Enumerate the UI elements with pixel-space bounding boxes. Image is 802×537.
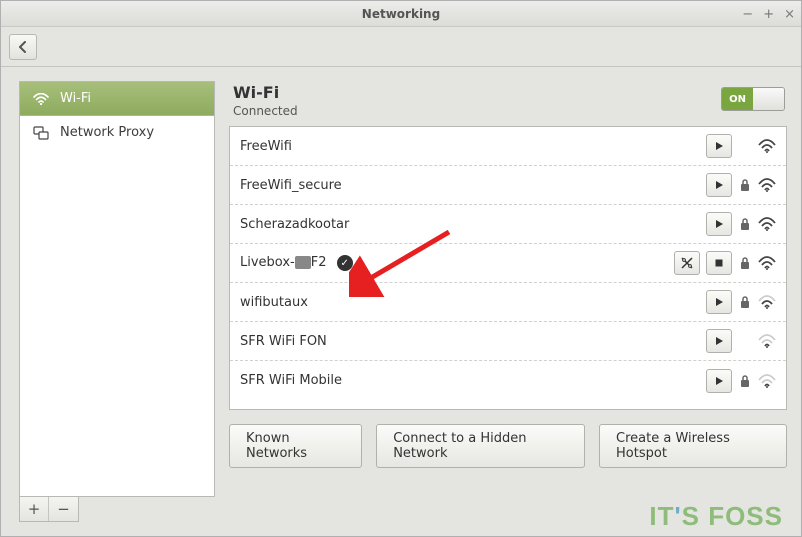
network-row[interactable]: Livebox-F2 ✓ <box>230 244 786 283</box>
window-controls: − + × <box>742 1 795 27</box>
connect-button[interactable] <box>706 134 732 158</box>
maximize-button[interactable]: + <box>763 8 774 21</box>
disconnect-button[interactable] <box>706 251 732 275</box>
connect-button[interactable] <box>706 212 732 236</box>
close-button[interactable]: × <box>784 8 795 21</box>
network-name: SFR WiFi Mobile <box>240 373 698 388</box>
connect-hidden-button[interactable]: Connect to a Hidden Network <box>376 424 585 468</box>
wifi-toggle-switch[interactable]: ON <box>721 87 785 111</box>
network-settings-button[interactable] <box>674 251 700 275</box>
wifi-icon <box>32 93 50 105</box>
connection-status: Connected <box>233 104 298 118</box>
titlebar: Networking − + × <box>1 1 801 27</box>
network-name: Livebox-F2 ✓ <box>240 255 666 272</box>
lock-icon <box>738 374 752 388</box>
network-actions <box>706 212 776 236</box>
sidebar-item-wifi[interactable]: Wi-Fi <box>20 82 214 116</box>
network-name: Scherazadkootar <box>240 217 698 232</box>
signal-strength-icon <box>758 334 776 348</box>
sidebar-add-button[interactable]: + <box>20 497 49 521</box>
signal-strength-icon <box>758 295 776 309</box>
sidebar-item-label: Wi-Fi <box>60 91 91 106</box>
network-name: wifibutaux <box>240 295 698 310</box>
main-header: Wi-Fi Connected ON <box>229 81 787 126</box>
signal-strength-icon <box>758 217 776 231</box>
signal-strength-icon <box>758 178 776 192</box>
lock-icon <box>738 295 752 309</box>
switch-on-label: ON <box>722 88 753 110</box>
network-row[interactable]: Scherazadkootar <box>230 205 786 244</box>
network-actions <box>706 290 776 314</box>
main-panel: Wi-Fi Connected ON FreeWifi FreeWifi_secu… <box>229 81 787 522</box>
window-title: Networking <box>362 7 440 21</box>
connect-button[interactable] <box>706 290 732 314</box>
network-name: SFR WiFi FON <box>240 334 698 349</box>
network-actions <box>674 251 776 275</box>
sidebar-item-proxy[interactable]: Network Proxy <box>20 116 214 150</box>
bottom-actions: Known Networks Connect to a Hidden Netwo… <box>229 424 787 468</box>
connect-button[interactable] <box>706 173 732 197</box>
back-arrow-icon <box>17 41 29 53</box>
switch-off-label <box>753 88 784 110</box>
network-actions <box>706 173 776 197</box>
lock-icon <box>738 178 752 192</box>
network-row[interactable]: FreeWifi <box>230 127 786 166</box>
content-area: Wi-Fi Network Proxy + − Wi-Fi Connected <box>1 67 801 536</box>
network-row[interactable]: FreeWifi_secure <box>230 166 786 205</box>
network-row[interactable]: SFR WiFi FON <box>230 322 786 361</box>
toolbar <box>1 27 801 67</box>
sidebar-add-remove: + − <box>19 497 79 522</box>
sidebar: Wi-Fi Network Proxy <box>19 81 215 497</box>
connect-button[interactable] <box>706 329 732 353</box>
signal-strength-icon <box>758 256 776 270</box>
network-row[interactable]: SFR WiFi Mobile <box>230 361 786 400</box>
signal-strength-icon <box>758 139 776 153</box>
lock-icon <box>738 256 752 270</box>
sidebar-remove-button[interactable]: − <box>49 497 78 521</box>
back-button[interactable] <box>9 34 37 60</box>
network-actions <box>706 134 776 158</box>
network-actions <box>706 369 776 393</box>
connected-check-icon: ✓ <box>337 255 353 271</box>
proxy-icon <box>32 126 50 140</box>
network-actions <box>706 329 776 353</box>
network-name: FreeWifi_secure <box>240 178 698 193</box>
lock-icon <box>738 217 752 231</box>
network-list: FreeWifi FreeWifi_secure Scherazadkootar Li… <box>229 126 787 410</box>
redacted-icon <box>295 256 311 269</box>
window: Networking − + × Wi-Fi <box>0 0 802 537</box>
known-networks-button[interactable]: Known Networks <box>229 424 362 468</box>
side-panel: Wi-Fi Network Proxy + − <box>19 81 215 522</box>
signal-strength-icon <box>758 374 776 388</box>
sidebar-item-label: Network Proxy <box>60 125 154 140</box>
page-title: Wi-Fi <box>233 83 298 102</box>
watermark: IT'S FOSS <box>649 501 783 532</box>
connect-button[interactable] <box>706 369 732 393</box>
create-hotspot-button[interactable]: Create a Wireless Hotspot <box>599 424 787 468</box>
minimize-button[interactable]: − <box>742 8 753 21</box>
network-name: FreeWifi <box>240 139 698 154</box>
network-row[interactable]: wifibutaux <box>230 283 786 322</box>
